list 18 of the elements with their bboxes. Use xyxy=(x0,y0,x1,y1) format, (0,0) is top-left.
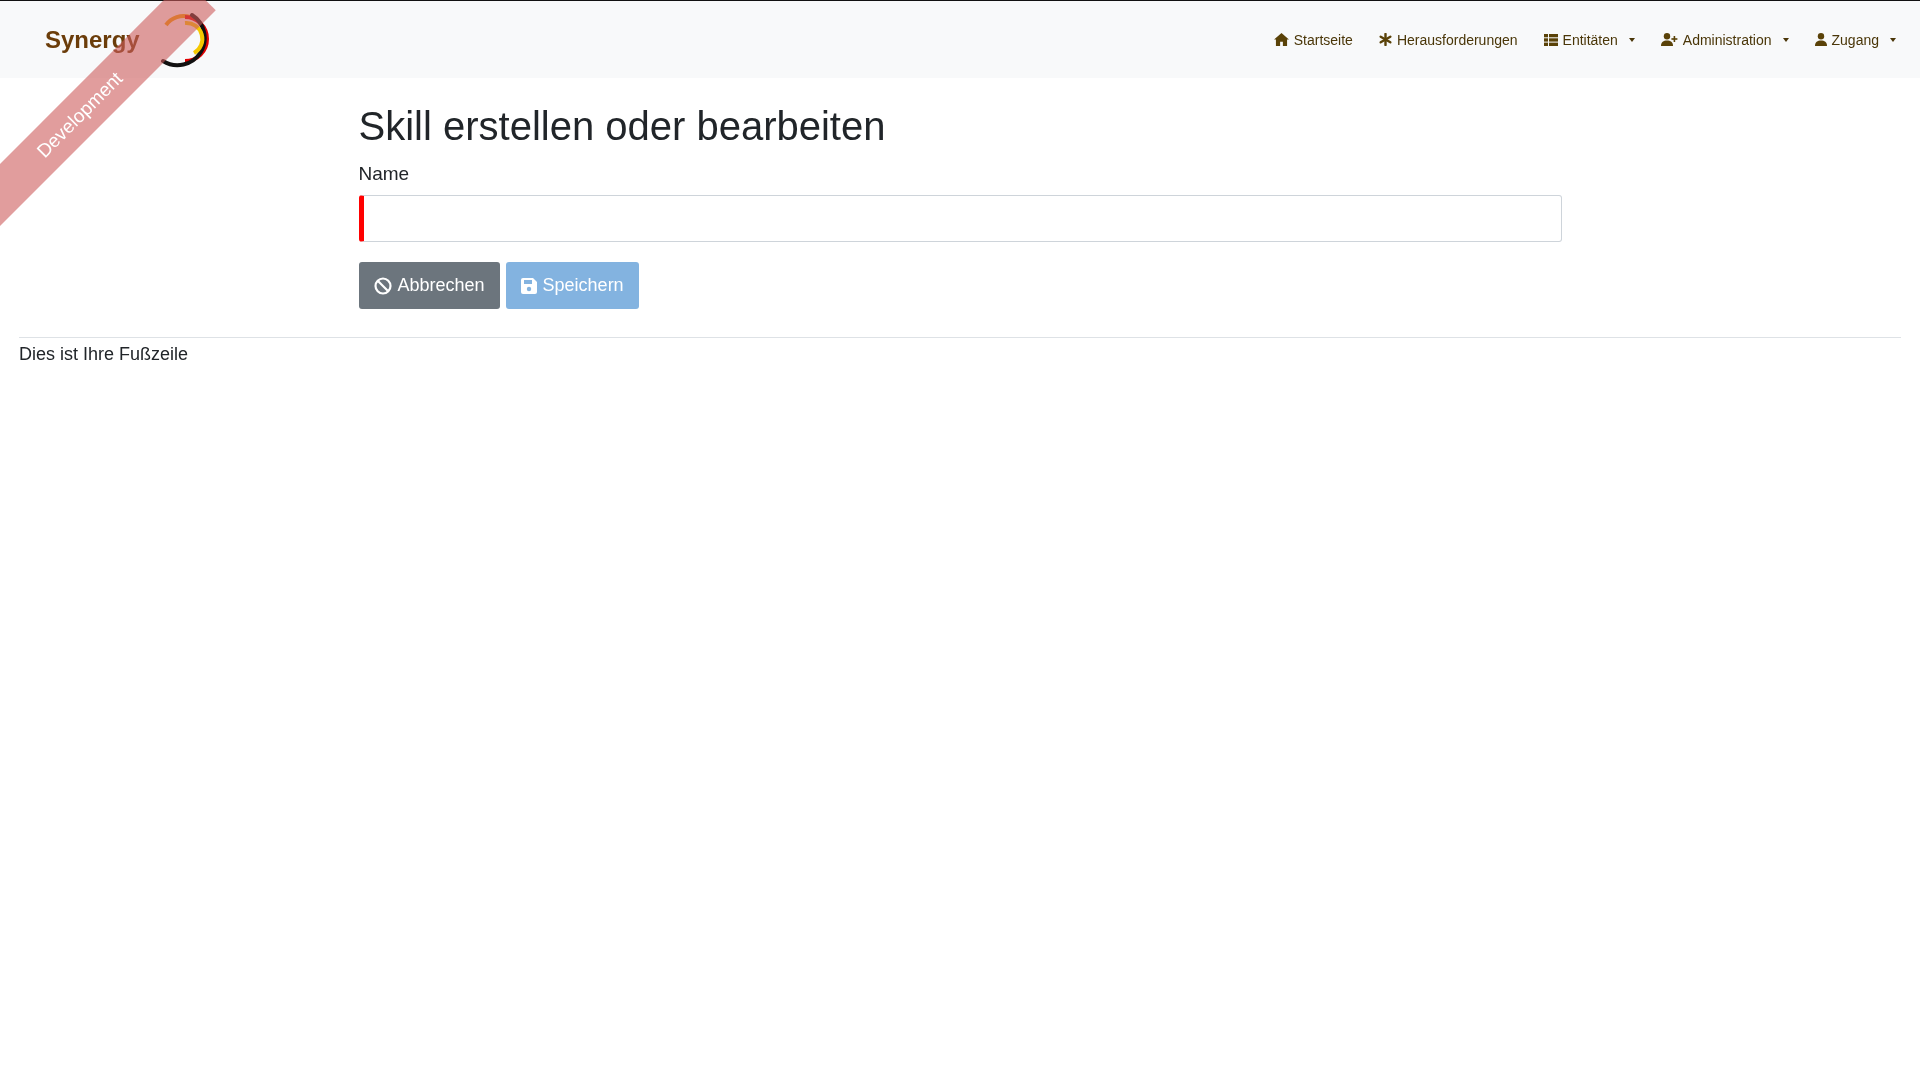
save-icon xyxy=(520,277,537,294)
nav-dropdown[interactable]: Zugang xyxy=(1814,31,1896,48)
user-icon xyxy=(1814,33,1827,46)
brand-name[interactable]: Synergy xyxy=(45,25,140,54)
asterisk-icon xyxy=(1378,33,1392,46)
nav-link[interactable]: Herausforderungen xyxy=(1378,31,1518,48)
ban-icon xyxy=(373,276,392,295)
nav-dropdown[interactable]: Entitäten xyxy=(1543,31,1635,48)
user-plus-icon xyxy=(1660,33,1678,46)
name-field[interactable] xyxy=(358,195,1562,242)
footer-text: Dies ist Ihre Fußzeile xyxy=(19,344,189,365)
table-list-icon xyxy=(1543,33,1558,46)
home-icon xyxy=(1273,33,1289,46)
cancel-button[interactable]: Abbrechen xyxy=(358,262,500,309)
page-title: Skill erstellen oder bearbeiten xyxy=(358,104,887,149)
field-label: Name xyxy=(358,163,411,185)
nav-dropdown[interactable]: Administration xyxy=(1660,31,1789,48)
nav-link[interactable]: Startseite xyxy=(1273,31,1353,48)
